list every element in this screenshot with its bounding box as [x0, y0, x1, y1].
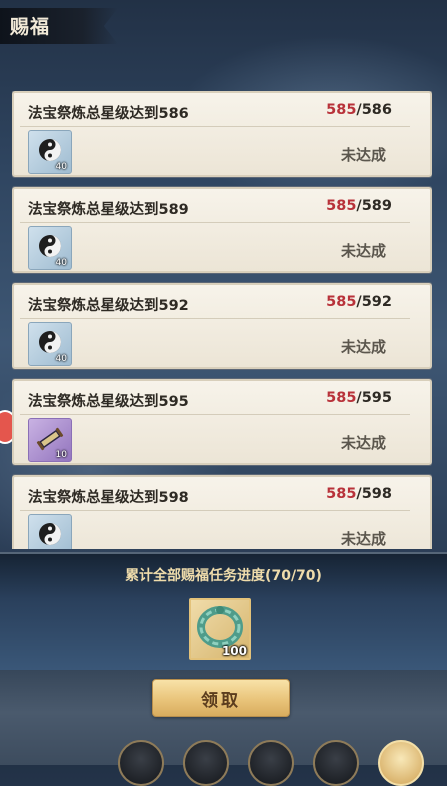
task-card: 法宝祭炼总星级达到586 585/586 40 未达成: [12, 91, 432, 177]
task-progress: 585/586: [326, 102, 392, 118]
task-title: 法宝祭炼总星级达到589: [28, 202, 189, 218]
task-progress: 585/595: [326, 390, 392, 406]
task-progress: 585/598: [326, 486, 392, 502]
reward-count: 10: [55, 450, 67, 460]
task-card: 法宝祭炼总星级达到592 585/592 40 未达成: [12, 283, 432, 369]
nav-button[interactable]: [118, 740, 164, 786]
nav-button[interactable]: [183, 740, 229, 786]
reward-item[interactable]: 40: [28, 322, 72, 366]
task-title: 法宝祭炼总星级达到592: [28, 298, 189, 314]
panel-divider: [0, 552, 447, 554]
reward-count: 40: [55, 354, 67, 364]
task-title: 法宝祭炼总星级达到598: [28, 490, 189, 506]
task-card: 法宝祭炼总星级达到589 585/589 40 未达成: [12, 187, 432, 273]
task-status: 未达成: [340, 338, 386, 356]
summary-title: 累计全部赐福任务进度(70/70): [125, 568, 322, 584]
task-title: 法宝祭炼总星级达到595: [28, 394, 189, 410]
task-progress: 585/589: [326, 198, 392, 214]
task-list[interactable]: 法宝祭炼总星级达到586 585/586 40 未达成 法宝祭炼总星级达到589…: [12, 91, 432, 549]
nav-button-active[interactable]: [378, 740, 424, 786]
reward-item[interactable]: 10: [28, 418, 72, 462]
bottom-nav: [0, 740, 447, 786]
reward-item[interactable]: 40: [28, 130, 72, 174]
task-status: 未达成: [340, 434, 386, 452]
nav-button[interactable]: [313, 740, 359, 786]
nav-button[interactable]: [248, 740, 294, 786]
task-status: 未达成: [340, 242, 386, 260]
reward-count: 40: [55, 258, 67, 268]
task-status: 未达成: [340, 146, 386, 164]
yin-yang-orb-icon: [39, 523, 61, 545]
summary-reward-count: 100: [221, 644, 247, 658]
claim-button[interactable]: 领取: [152, 679, 290, 717]
task-card: 法宝祭炼总星级达到598 585/598 未达成: [12, 475, 432, 549]
task-title: 法宝祭炼总星级达到586: [28, 106, 189, 122]
reward-item[interactable]: 40: [28, 226, 72, 270]
card-divider: [20, 126, 410, 127]
reward-item[interactable]: [28, 514, 72, 549]
card-divider: [20, 318, 410, 319]
card-divider: [20, 222, 410, 223]
card-divider: [20, 510, 410, 511]
reward-count: 40: [55, 162, 67, 172]
task-card: 法宝祭炼总星级达到595 585/595 10 未达成: [12, 379, 432, 465]
page-title: 赐福: [10, 16, 51, 38]
task-status: 未达成: [340, 530, 386, 548]
summary-reward-item[interactable]: 100: [189, 598, 251, 660]
task-progress: 585/592: [326, 294, 392, 310]
card-divider: [20, 414, 410, 415]
